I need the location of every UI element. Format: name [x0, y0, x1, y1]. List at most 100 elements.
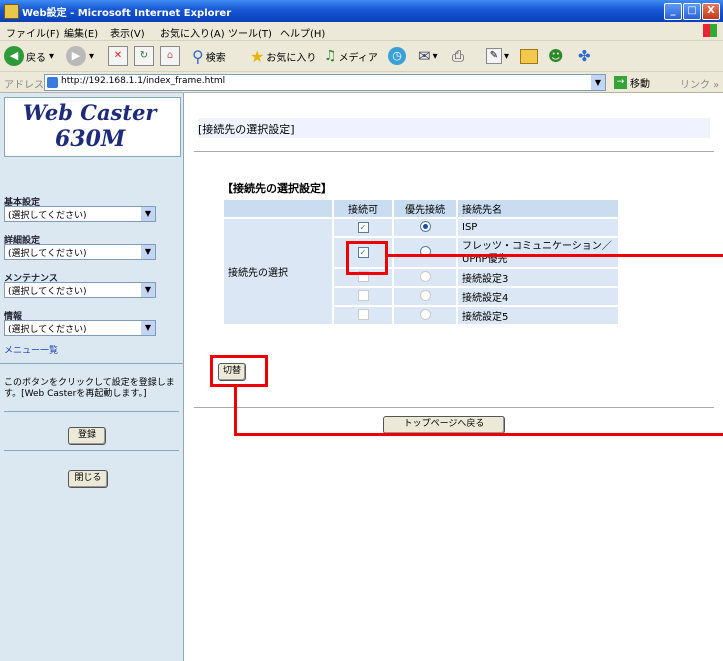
- address-dropdown-icon[interactable]: ▼: [591, 75, 605, 90]
- go-button[interactable]: → 移動: [614, 75, 650, 90]
- menu-view[interactable]: 表示(V): [110, 25, 145, 40]
- toolbar: ◀ 戻る ▾ ▶ ▾ ✕ ↻ ⌂ ⚲ 検索 ★ お気に入り ♫ メディア ◷ ✉…: [0, 41, 723, 72]
- refresh-button[interactable]: ↻: [134, 45, 154, 67]
- stop-icon: ✕: [108, 46, 128, 66]
- search-button[interactable]: ⚲ 検索: [192, 45, 226, 67]
- links-button[interactable]: リンク »: [680, 76, 719, 91]
- history-icon: ◷: [388, 47, 406, 65]
- chevron-down-icon: ▼: [141, 321, 155, 335]
- callout-line: [385, 254, 723, 257]
- info-select[interactable]: (選択してください) ▼: [4, 320, 156, 336]
- highlight-box-checkbox: [346, 241, 388, 275]
- connection-name: ISP: [456, 217, 620, 238]
- chevron-down-icon: ▾: [49, 50, 55, 62]
- home-icon: ⌂: [160, 46, 180, 66]
- messenger-icon: ☻: [548, 47, 564, 65]
- table-header-row: 接続可 優先接続 接続先名: [222, 198, 620, 219]
- priority-radio-setting5[interactable]: [419, 308, 431, 320]
- col-name: 接続先名: [456, 198, 620, 219]
- print-icon: ⎙: [452, 47, 465, 65]
- page-header: [接続先の選択設定]: [198, 118, 710, 138]
- divider: [4, 411, 179, 412]
- chevron-down-icon: ▾: [89, 50, 95, 62]
- window-title: Web設定 - Microsoft Internet Explorer: [22, 8, 232, 19]
- row-group-label: 接続先の選択: [222, 217, 334, 326]
- table-row: 接続先の選択 ✓ ISP: [222, 217, 620, 326]
- home-button[interactable]: ⌂: [160, 45, 180, 67]
- connection-name: フレッツ・コミュニケーション／UPnP優先: [456, 236, 620, 269]
- advanced-settings-select[interactable]: (選択してください) ▼: [4, 244, 156, 260]
- col-priority: 優先接続: [392, 198, 458, 219]
- priority-radio-isp[interactable]: [419, 220, 431, 232]
- enabled-cell: [332, 305, 394, 326]
- maximize-button[interactable]: □: [683, 3, 701, 20]
- stop-button[interactable]: ✕: [108, 45, 128, 67]
- minimize-button[interactable]: _: [664, 3, 682, 20]
- divider: [0, 363, 183, 364]
- connection-name: 接続設定3: [456, 267, 620, 288]
- edit-button[interactable]: ✎ ▾: [486, 45, 509, 67]
- chevron-down-icon: ▾: [504, 50, 510, 62]
- logo-line2: 630M: [55, 126, 126, 152]
- back-to-top-button[interactable]: トップページへ戻る: [383, 416, 505, 434]
- priority-radio-setting4[interactable]: [419, 289, 431, 301]
- register-button[interactable]: 登録: [68, 427, 106, 445]
- back-arrow-icon: ◀: [4, 46, 24, 66]
- info-value: (選択してください): [8, 325, 87, 335]
- priority-radio-setting3[interactable]: [419, 270, 431, 282]
- enabled-checkbox-isp[interactable]: ✓: [357, 222, 369, 233]
- search-icon: ⚲: [192, 46, 204, 66]
- history-button[interactable]: ◷: [388, 45, 406, 67]
- research-button[interactable]: ✤: [578, 45, 591, 67]
- menu-list-link[interactable]: メニュー一覧: [4, 343, 58, 356]
- basic-settings-value: (選択してください): [8, 211, 87, 221]
- favorites-button[interactable]: ★ お気に入り: [250, 45, 316, 67]
- maintenance-value: (選択してください): [8, 287, 87, 297]
- logo-line1: Web Caster: [23, 100, 157, 125]
- priority-cell: [392, 286, 458, 307]
- chevron-down-icon: ▼: [141, 245, 155, 259]
- register-info-text: このボタンをクリックして設定を登録します。[Web Casterを再起動します。…: [4, 378, 175, 399]
- refresh-icon: ↻: [134, 46, 154, 66]
- edit-icon: ✎: [486, 48, 502, 64]
- enabled-checkbox-setting4[interactable]: [357, 289, 369, 301]
- menu-help[interactable]: ヘルプ(H): [280, 25, 325, 40]
- priority-cell: [392, 236, 458, 269]
- back-label: 戻る: [26, 52, 46, 64]
- menu-edit[interactable]: 編集(E): [64, 25, 98, 40]
- section-title: 【接続先の選択設定】: [222, 182, 332, 195]
- folder-button[interactable]: [520, 45, 538, 67]
- table-header-blank: [222, 198, 334, 219]
- forward-button[interactable]: ▶ ▾: [66, 45, 94, 67]
- research-icon: ✤: [578, 47, 591, 65]
- menu-tools[interactable]: ツール(T): [228, 25, 272, 40]
- back-button[interactable]: ◀ 戻る ▾: [4, 45, 54, 67]
- webcaster-logo: Web Caster 630M: [4, 97, 181, 157]
- media-button[interactable]: ♫ メディア: [324, 45, 378, 67]
- media-icon: ♫: [324, 48, 337, 64]
- messenger-button[interactable]: ☻: [548, 45, 564, 67]
- highlight-box-switch: [210, 355, 268, 387]
- windows-logo-icon: [703, 24, 717, 37]
- priority-cell: [392, 267, 458, 288]
- enabled-checkbox-setting5[interactable]: [357, 308, 369, 320]
- menu-file[interactable]: ファイル(F): [6, 25, 60, 40]
- basic-settings-select[interactable]: (選択してください) ▼: [4, 206, 156, 222]
- enabled-cell: ✓: [332, 217, 394, 238]
- forward-arrow-icon: ▶: [66, 46, 86, 66]
- print-button[interactable]: ⎙: [452, 45, 464, 67]
- menu-favorites[interactable]: お気に入り(A): [160, 25, 225, 40]
- divider: [4, 450, 179, 451]
- mail-button[interactable]: ✉ ▾: [418, 45, 438, 67]
- page-icon: [47, 77, 58, 88]
- address-input[interactable]: http://192.168.1.1/index_frame.html ▼: [44, 74, 606, 91]
- chevron-down-icon: ▼: [141, 283, 155, 297]
- enabled-cell: [332, 286, 394, 307]
- favorites-label: お気に入り: [266, 52, 317, 64]
- maintenance-select[interactable]: (選択してください) ▼: [4, 282, 156, 298]
- divider: [194, 151, 714, 152]
- connection-name: 接続設定4: [456, 286, 620, 307]
- close-button[interactable]: 閉じる: [68, 470, 108, 488]
- go-arrow-icon: →: [614, 76, 627, 89]
- close-window-button[interactable]: X: [702, 3, 720, 20]
